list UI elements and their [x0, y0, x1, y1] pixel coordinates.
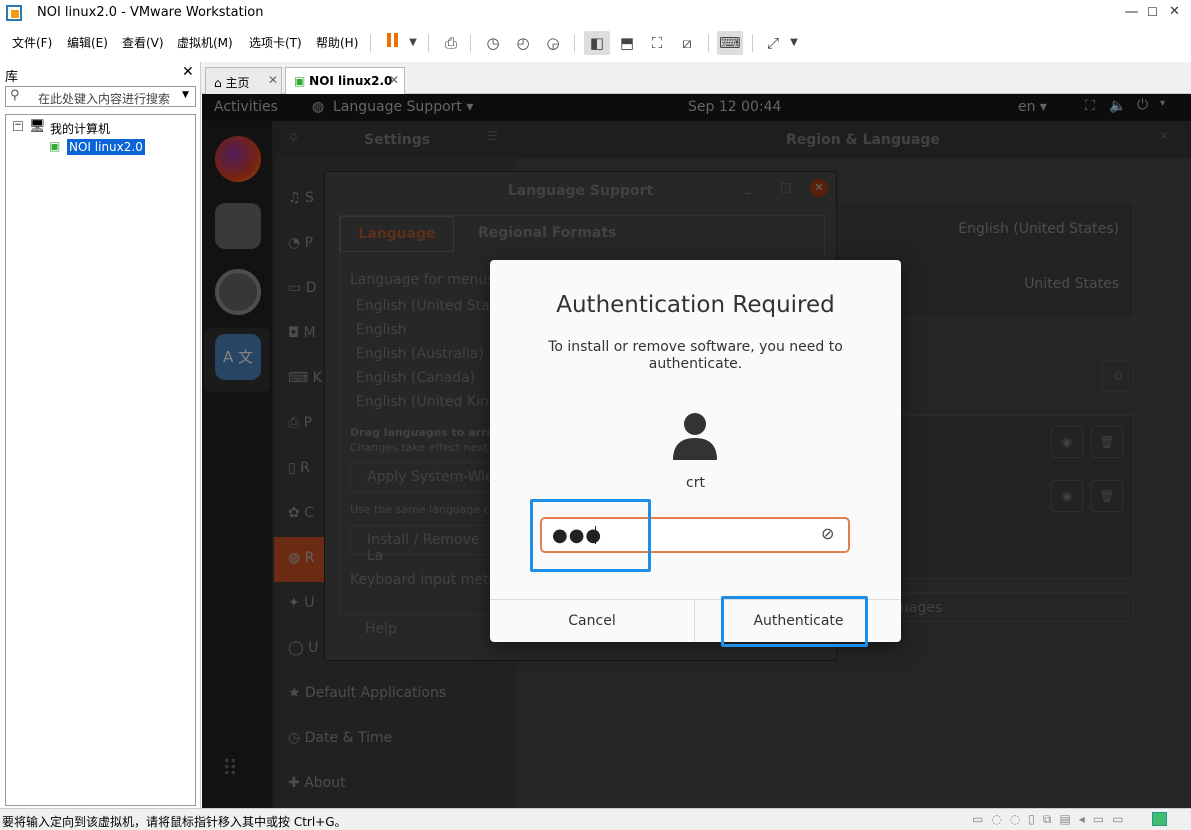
snapshot-icon[interactable]: ◷ — [480, 31, 506, 55]
vmware-logo-icon — [6, 5, 22, 21]
status-bar: 要将输入定向到该虚拟机，请将鼠标指针移入其中或按 Ctrl+G。 ▭◌◌▯⧉▤◂… — [0, 808, 1191, 830]
toolbar-separator — [470, 34, 471, 52]
library-tree: − 🖥 我的计算机 ▣ NOI linux2.0 — [5, 114, 196, 806]
dialog-message: To install or remove software, you need … — [548, 339, 843, 372]
library-title: 库 — [5, 70, 19, 85]
search-icon: ⚲ — [10, 88, 20, 103]
thumbnail-view-icon[interactable]: ⬒ — [614, 31, 640, 55]
library-view-icon[interactable]: ◧ — [584, 31, 610, 55]
console-view-icon[interactable]: ⌨ — [717, 31, 743, 55]
vm-screen[interactable]: Activities ◍ Language Support ▾ Sep 12 0… — [202, 94, 1191, 808]
full-screen-icon[interactable]: ⛶ — [644, 31, 670, 55]
toolbar-separator — [752, 34, 753, 52]
chevron-down-icon[interactable]: ▼ — [781, 31, 807, 55]
menu-edit[interactable]: 编辑(E) — [67, 34, 108, 51]
tab-vm[interactable]: ▣ NOI linux2.0 ✕ — [285, 67, 405, 95]
show-password-icon[interactable]: ⊘ — [821, 524, 834, 543]
toolbar-separator — [574, 34, 575, 52]
computer-icon: 🖥 — [29, 119, 46, 134]
authentication-dialog: Authentication Required To install or re… — [490, 260, 901, 642]
chevron-down-icon[interactable]: ▼ — [400, 31, 426, 55]
vm-status-icon[interactable] — [1152, 812, 1167, 826]
library-panel: 库 ✕ ⚲ 在此处键入内容进行搜索 ▼ − 🖥 我的计算机 ▣ NOI linu… — [0, 62, 201, 808]
home-icon: ⌂ — [214, 76, 222, 90]
toolbar-separator — [428, 34, 429, 52]
revert-snapshot-icon[interactable]: ◴ — [510, 31, 536, 55]
menu-tabs[interactable]: 选项卡(T) — [249, 34, 302, 51]
tab-label: NOI linux2.0 — [309, 74, 393, 88]
unity-icon[interactable]: ⧄ — [674, 31, 700, 55]
user-avatar-icon — [673, 413, 717, 460]
tab-bar: ⌂ 主页 ✕ ▣ NOI linux2.0 ✕ — [201, 62, 1191, 95]
menu-help[interactable]: 帮助(H) — [316, 34, 358, 51]
authenticate-highlight-box — [721, 596, 868, 647]
tab-label: 主页 — [225, 76, 250, 90]
close-icon[interactable]: ✕ — [389, 73, 399, 87]
vm-icon: ▣ — [49, 139, 61, 153]
toolbar-separator — [370, 34, 371, 52]
tree-vm-item[interactable]: NOI linux2.0 — [67, 139, 145, 155]
tab-home[interactable]: ⌂ 主页 ✕ — [205, 67, 282, 94]
toolbar-separator — [708, 34, 709, 52]
menu-file[interactable]: 文件(F) — [12, 34, 52, 51]
close-window-button[interactable]: ✕ — [1158, 0, 1191, 26]
cancel-button[interactable]: Cancel — [490, 600, 695, 642]
collapse-icon[interactable]: − — [13, 121, 23, 131]
username-label: crt — [686, 475, 705, 491]
tree-root-label[interactable]: 我的计算机 — [50, 120, 110, 137]
dialog-title: Authentication Required — [556, 292, 835, 318]
close-icon[interactable]: ✕ — [268, 73, 278, 87]
library-search-input[interactable]: ⚲ 在此处键入内容进行搜索 ▼ — [5, 86, 196, 107]
chevron-down-icon[interactable]: ▼ — [182, 90, 189, 100]
device-icons[interactable]: ▭◌◌▯⧉▤◂▭▭ — [972, 812, 1132, 827]
window-titlebar: NOI linux2.0 - VMware Workstation — ☐ ✕ — [0, 0, 1191, 26]
menu-vm[interactable]: 虚拟机(M) — [177, 34, 233, 51]
menu-view[interactable]: 查看(V) — [122, 34, 164, 51]
snapshot-manager-icon[interactable]: ◶ — [540, 31, 566, 55]
vm-icon: ▣ — [294, 74, 306, 88]
close-library-icon[interactable]: ✕ — [182, 64, 194, 80]
search-placeholder: 在此处键入内容进行搜索 — [38, 92, 171, 106]
menu-toolbar: 文件(F) 编辑(E) 查看(V) 虚拟机(M) 选项卡(T) 帮助(H) ▼ … — [0, 26, 1191, 60]
password-highlight-box — [530, 499, 651, 572]
window-title: NOI linux2.0 - VMware Workstation — [37, 5, 264, 20]
send-ctrl-alt-del-icon[interactable]: ⎙ — [438, 31, 464, 55]
status-text: 要将输入定向到该虚拟机，请将鼠标指针移入其中或按 Ctrl+G。 — [2, 815, 347, 829]
